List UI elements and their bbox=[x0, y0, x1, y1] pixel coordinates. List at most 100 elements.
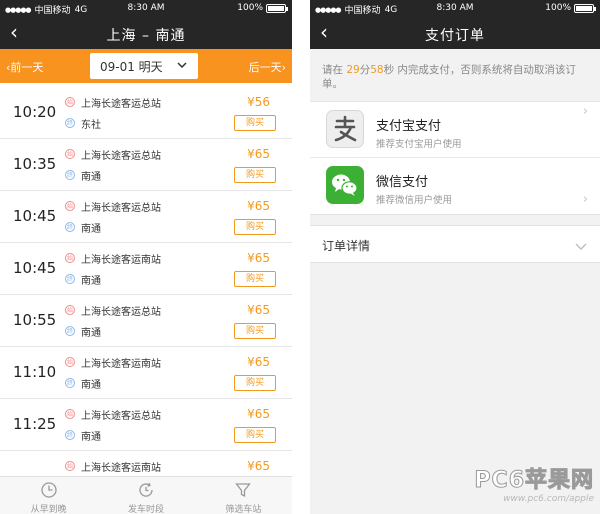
ticket-row[interactable]: 10:45 始 上海长途客运南站 终 南通 ¥65 购买 bbox=[0, 243, 292, 295]
buy-button[interactable]: 购买 bbox=[234, 115, 276, 131]
ticket-price: ¥65 bbox=[247, 199, 270, 213]
payment-name: 支付宝支付 bbox=[376, 119, 442, 134]
buy-button[interactable]: 购买 bbox=[234, 427, 276, 443]
prev-day-button[interactable]: ‹前一天 bbox=[6, 59, 43, 75]
origin-station: 上海长途客运总站 bbox=[81, 99, 161, 110]
payment-name: 微信支付 bbox=[376, 175, 429, 190]
origin-badge: 始 bbox=[65, 149, 75, 159]
origin-badge: 始 bbox=[65, 461, 75, 471]
buy-button[interactable]: 购买 bbox=[234, 271, 276, 287]
tab-departure-period[interactable]: 发车时段 bbox=[97, 477, 194, 514]
page-title: 支付订单 bbox=[425, 28, 485, 44]
departure-time: 10:20 bbox=[13, 103, 57, 121]
countdown-minutes: 29 bbox=[346, 64, 360, 76]
next-day-label: 后一天 bbox=[248, 61, 282, 74]
buy-button[interactable]: 购买 bbox=[234, 375, 276, 391]
origin-station: 上海长途客运总站 bbox=[81, 203, 161, 214]
alipay-icon bbox=[326, 110, 364, 148]
departure-time: 11:10 bbox=[13, 363, 57, 381]
tab-label: 发车时段 bbox=[127, 505, 164, 514]
origin-station: 上海长途客运总站 bbox=[81, 411, 161, 422]
schedule-screen: ●●●●● 中国移动 4G 8:30 AM 100% ‹ 上海 – 南通 ‹前一天 … bbox=[0, 0, 292, 514]
nav-bar: ‹ 支付订单 bbox=[310, 17, 600, 49]
date-value: 09-01 明天 bbox=[100, 60, 163, 74]
buy-button[interactable]: 购买 bbox=[234, 219, 276, 235]
chevron-right-icon: › bbox=[582, 104, 588, 119]
tab-sort-by-time[interactable]: 从早到晚 bbox=[0, 477, 97, 514]
battery-label: 100% bbox=[545, 3, 571, 13]
countdown-prefix: 请在 bbox=[322, 64, 347, 76]
buy-button[interactable]: 购买 bbox=[234, 167, 276, 183]
alipay-option[interactable]: 支付宝支付 推荐支付宝用户使用 › bbox=[310, 102, 600, 158]
payment-desc: 推荐微信用户使用 bbox=[376, 195, 453, 206]
countdown-seconds: 58 bbox=[370, 64, 384, 76]
ticket-row[interactable]: 11:10 始 上海长途客运南站 终 南通 ¥65 购买 bbox=[0, 347, 292, 399]
filter-icon bbox=[235, 483, 252, 498]
battery-icon bbox=[574, 3, 596, 13]
payment-screen: ●●●●● 中国移动 4G 8:30 AM 100% ‹ 支付订单 请在 29分58… bbox=[310, 0, 600, 514]
departure-time: 10:55 bbox=[13, 311, 57, 329]
tab-bar: 从早到晚 发车时段 筛选车站 bbox=[0, 476, 292, 514]
ticket-price: ¥65 bbox=[247, 303, 270, 317]
ticket-list: 10:20 始 上海长途客运总站 终 东社 ¥56 购买 10:35 始 上海长… bbox=[0, 87, 292, 503]
origin-badge: 始 bbox=[65, 305, 75, 315]
wechat-pay-option[interactable]: 微信支付 推荐微信用户使用 › bbox=[310, 158, 600, 214]
buy-button[interactable]: 购买 bbox=[234, 323, 276, 339]
destination-badge: 终 bbox=[65, 274, 75, 284]
refresh-clock-icon bbox=[139, 482, 153, 497]
departure-time: 10:45 bbox=[13, 207, 57, 225]
origin-station: 上海长途客运南站 bbox=[81, 255, 161, 266]
chevron-down-icon bbox=[574, 238, 588, 257]
watermark-url: www.pc6.com/apple bbox=[503, 494, 594, 504]
destination-station: 南通 bbox=[81, 432, 101, 443]
origin-station: 上海长途客运总站 bbox=[81, 151, 161, 162]
order-details-label: 订单详情 bbox=[322, 239, 371, 253]
destination-station: 东社 bbox=[81, 120, 101, 131]
ticket-price: ¥65 bbox=[247, 147, 270, 161]
ticket-row[interactable]: 10:20 始 上海长途客运总站 终 东社 ¥56 购买 bbox=[0, 87, 292, 139]
ticket-row[interactable]: 10:55 始 上海长途客运总站 终 南通 ¥65 购买 bbox=[0, 295, 292, 347]
tab-label: 筛选车站 bbox=[225, 505, 262, 514]
destination-badge: 终 bbox=[65, 222, 75, 232]
countdown-minute-unit: 分 bbox=[359, 64, 371, 76]
prev-day-label: 前一天 bbox=[10, 61, 44, 74]
destination-station: 南通 bbox=[81, 380, 101, 391]
chevron-down-icon bbox=[176, 59, 188, 74]
origin-badge: 始 bbox=[65, 201, 75, 211]
page-title: 上海 – 南通 bbox=[106, 28, 186, 44]
ticket-price: ¥65 bbox=[247, 407, 270, 421]
ticket-price: ¥56 bbox=[247, 95, 270, 109]
order-details-row[interactable]: 订单详情 bbox=[310, 225, 600, 263]
destination-station: 南通 bbox=[81, 224, 101, 235]
ticket-row[interactable]: 10:35 始 上海长途客运总站 终 南通 ¥65 购买 bbox=[0, 139, 292, 191]
date-selector[interactable]: 09-01 明天 bbox=[90, 53, 198, 79]
destination-badge: 终 bbox=[65, 378, 75, 388]
tab-filter-station[interactable]: 筛选车站 bbox=[195, 477, 292, 514]
clock-icon bbox=[41, 482, 57, 498]
destination-badge: 终 bbox=[65, 118, 75, 128]
origin-badge: 始 bbox=[65, 97, 75, 107]
watermark-brand: PC6苹果网 bbox=[474, 468, 594, 494]
destination-badge: 终 bbox=[65, 430, 75, 440]
ticket-row[interactable]: 10:45 始 上海长途客运总站 终 南通 ¥65 购买 bbox=[0, 191, 292, 243]
nav-bar: ‹ 上海 – 南通 bbox=[0, 17, 292, 49]
payment-methods: 支付宝支付 推荐支付宝用户使用 › 微信支付 推荐微信用户使用 › bbox=[310, 101, 600, 215]
next-day-button[interactable]: 后一天› bbox=[249, 59, 286, 75]
departure-time: 10:45 bbox=[13, 259, 57, 277]
battery-icon bbox=[266, 3, 288, 13]
destination-station: 南通 bbox=[81, 328, 101, 339]
battery-label: 100% bbox=[237, 3, 263, 13]
payment-desc: 推荐支付宝用户使用 bbox=[376, 139, 462, 150]
status-bar: ●●●●● 中国移动 4G 8:30 AM 100% bbox=[0, 0, 292, 17]
ticket-price: ¥65 bbox=[247, 251, 270, 265]
origin-station: 上海长途客运南站 bbox=[81, 463, 161, 474]
origin-badge: 始 bbox=[65, 253, 75, 263]
destination-station: 南通 bbox=[81, 276, 101, 287]
origin-badge: 始 bbox=[65, 409, 75, 419]
ticket-row[interactable]: 11:25 始 上海长途客运总站 终 南通 ¥65 购买 bbox=[0, 399, 292, 451]
origin-badge: 始 bbox=[65, 357, 75, 367]
chevron-right-icon: › bbox=[582, 192, 588, 207]
wechat-icon bbox=[326, 166, 364, 204]
destination-station: 南通 bbox=[81, 172, 101, 183]
tab-label: 从早到晚 bbox=[30, 505, 67, 514]
